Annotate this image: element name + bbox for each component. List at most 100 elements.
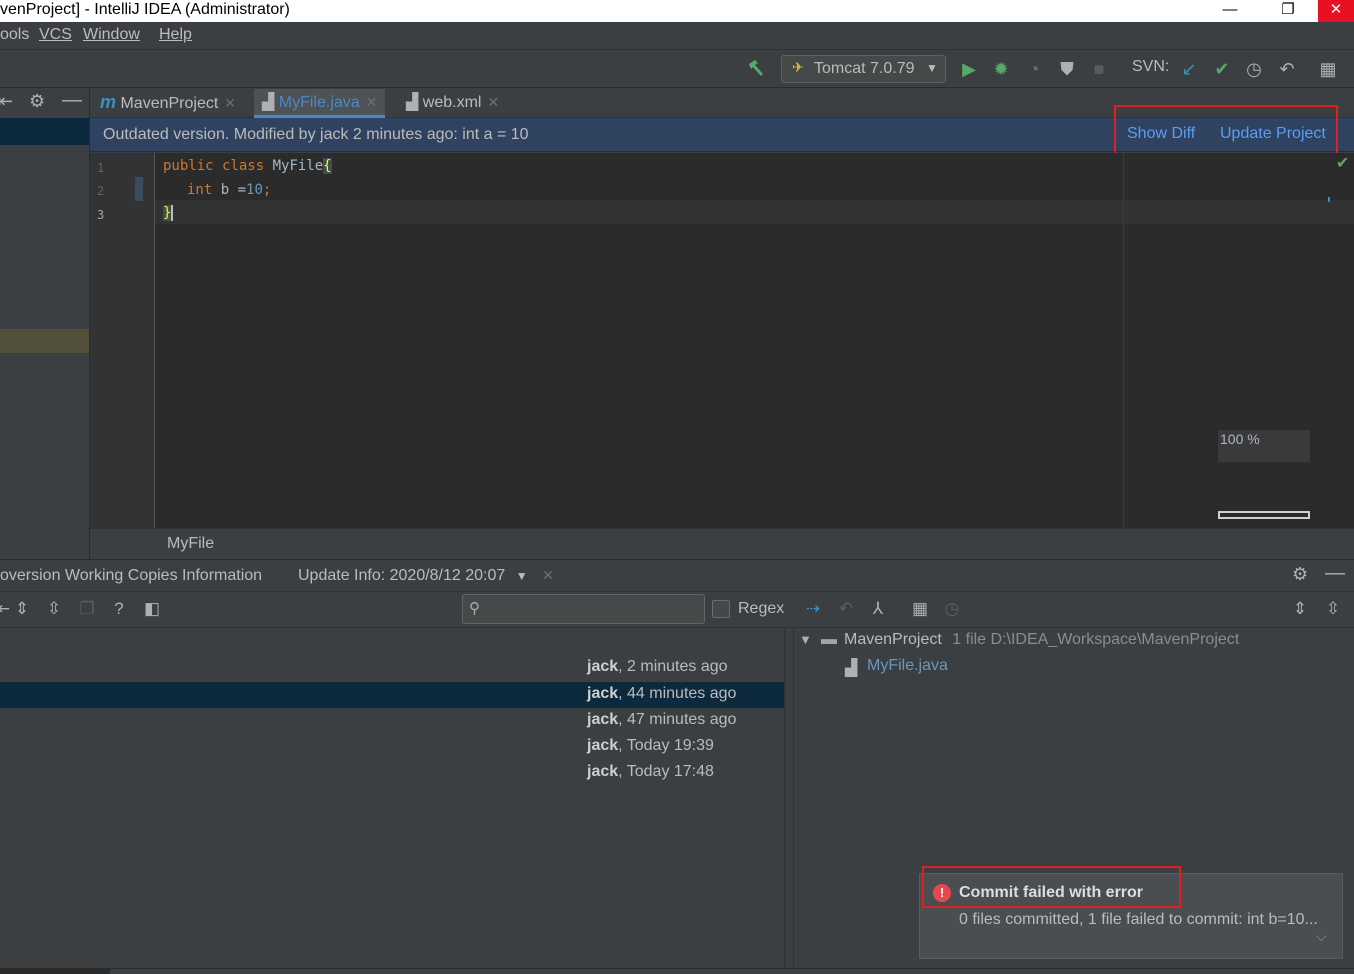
undo-icon[interactable]: ↶ [835,598,857,620]
expand-all-icon[interactable]: ⇕ [1289,598,1311,620]
menu-window-label: Window [83,26,140,43]
run-icon[interactable]: ▶ [958,58,980,80]
run-configuration-select[interactable]: ✈ Tomcat 7.0.79 ▼ [781,55,946,83]
gear-icon[interactable]: ⚙ [29,91,45,112]
close-window-button[interactable]: ✕ [1318,0,1354,22]
tab-label: web.xml [422,94,482,111]
list-item[interactable]: jack, Today 17:48 [0,760,784,786]
chevron-down-icon: ▼ [926,61,938,75]
restore-button[interactable]: ❐ [1268,0,1308,22]
group-by-icon[interactable]: ▦ [909,598,931,620]
scroll-marker [1328,197,1330,202]
code-line-3: } [163,205,174,221]
highlighted-tree-row[interactable] [0,329,89,353]
java-file-icon: ▟ [262,94,275,111]
change-marker [135,177,143,201]
menu-vcs-label: VCS [39,26,72,43]
tree-expand-icon[interactable]: ▼ [799,632,812,647]
tree-root-label: MavenProject [844,631,942,648]
debug-bug-icon[interactable]: ✹ [990,58,1012,80]
panel-toolbar: ⇤ ⇕ ⇳ ❐ ? ◧ ⚲ Regex ⇢ ↶ ⅄ ▦ ◷ ⇕ ⇳ [0,592,1354,628]
breadcrumb: MyFile [90,528,1354,558]
merge-arrows-icon[interactable]: ⇢ [802,598,824,620]
tab-myfile-java[interactable]: ▟ MyFile.java ✕ [254,89,386,118]
menu-tools[interactable]: ools [0,26,29,44]
tab-mavenproject[interactable]: m MavenProject ✕ [100,89,236,118]
build-hammer-icon[interactable] [745,58,767,80]
selected-tree-row[interactable] [0,118,89,145]
tree-node-file[interactable]: MyFile.java [867,657,948,675]
xml-file-icon: ▟ [406,94,419,111]
minimize-button[interactable]: — [1210,0,1250,22]
coverage-icon[interactable]: ⛊ [1056,58,1078,80]
list-item-text: jack, 47 minutes ago [587,711,737,728]
chevron-down-icon[interactable]: ⌵ [1316,928,1327,945]
svn-label: SVN: [1132,58,1170,75]
stop-icon[interactable]: ■ [1088,58,1110,80]
highlight-box [922,866,1181,908]
line-number: 3 [97,208,105,222]
close-tab-icon[interactable]: ✕ [224,95,236,111]
zoom-indicator: 100 % [1218,430,1310,462]
regex-label: Regex [738,600,785,617]
list-item[interactable]: jack, 44 minutes ago [0,682,784,708]
menu-help[interactable]: Help [159,26,192,44]
highlight-box [1114,105,1338,157]
close-tab-icon[interactable]: ✕ [366,94,378,110]
tab-label: MavenProject [120,95,219,112]
tab-web-xml[interactable]: ▟ web.xml ✕ [406,89,499,118]
preview-toggle-icon[interactable]: ◧ [141,598,163,620]
inspection-ok-icon: ✔ [1336,155,1350,172]
search-input[interactable]: ⚲ [462,594,705,624]
code-editor[interactable]: 1 2 3 public class MyFile{ int b =10; } … [90,153,1354,528]
branch-merge-icon[interactable]: ⅄ [867,598,889,620]
tomcat-icon: ✈ [792,59,804,75]
regex-checkbox[interactable] [712,600,730,618]
tab-update-info[interactable]: Update Info: 2020/8/12 20:07 ▼ ✕ [298,567,554,585]
list-item[interactable]: jack, Today 19:39 [0,734,784,760]
right-margin-guide [1123,153,1124,528]
code-line-1: public class MyFile{ [163,158,332,174]
tab-label: MyFile.java [278,94,360,111]
breadcrumb-item[interactable]: MyFile [167,535,214,553]
window-title: venProject] - IntelliJ IDEA (Administrat… [0,1,290,18]
current-line-highlight [155,200,1354,224]
zoom-progress-bar [1218,511,1310,519]
hide-panel-icon[interactable]: — [1325,562,1345,585]
expand-all-icon[interactable]: ⇕ [11,598,33,620]
history-clock-icon[interactable]: ◷ [1243,58,1265,80]
list-item[interactable]: jack, 47 minutes ago [0,708,784,734]
project-structure-icon[interactable]: ▦ [1317,58,1339,80]
list-item-text: jack, Today 17:48 [587,763,714,780]
tree-node-root[interactable]: MavenProject 1 file D:\IDEA_Workspace\Ma… [844,631,1239,649]
close-tab-icon[interactable]: ✕ [487,94,499,110]
revert-icon[interactable]: ↶ [1276,58,1298,80]
close-tab-icon[interactable]: ✕ [542,567,554,583]
search-icon: ⚲ [469,600,480,617]
main-toolbar: ✈ Tomcat 7.0.79 ▼ ▶ ✹ ◔ ⛊ ■ SVN: ↙ ✔ ◷ ↶… [0,50,1354,88]
menu-window[interactable]: Window [83,26,140,44]
list-item-text: jack, 2 minutes ago [587,658,728,675]
project-tool-window: ⇤ ⚙ — [0,89,90,559]
history-clock-icon[interactable]: ◷ [941,598,963,620]
menu-vcs[interactable]: VCS [39,26,72,44]
tab-working-copies[interactable]: oversion Working Copies Information [0,567,262,585]
status-bar [0,968,1354,974]
code-line-2: int b =10; [187,182,272,198]
zoom-value: 100 % [1220,431,1260,447]
svn-update-icon[interactable]: ↙ [1178,58,1200,80]
splitter-handle[interactable] [784,628,794,968]
line-gutter: 1 2 3 [90,153,155,528]
collapse-all-icon[interactable]: ⇳ [43,598,65,620]
help-icon[interactable]: ? [108,598,130,620]
list-item[interactable]: jack, 2 minutes ago [0,655,784,681]
list-item-text: jack, Today 19:39 [587,737,714,754]
profile-icon[interactable]: ◔ [1023,58,1045,80]
svn-commit-icon[interactable]: ✔ [1211,58,1233,80]
copy-icon[interactable]: ❐ [76,598,98,620]
folder-icon: ▬ [821,631,837,648]
collapse-all-icon[interactable]: ⇳ [1322,598,1344,620]
collapse-icon[interactable]: ⇤ [0,91,13,112]
gear-icon[interactable]: ⚙ [1292,564,1308,585]
hide-panel-icon[interactable]: — [62,89,82,112]
